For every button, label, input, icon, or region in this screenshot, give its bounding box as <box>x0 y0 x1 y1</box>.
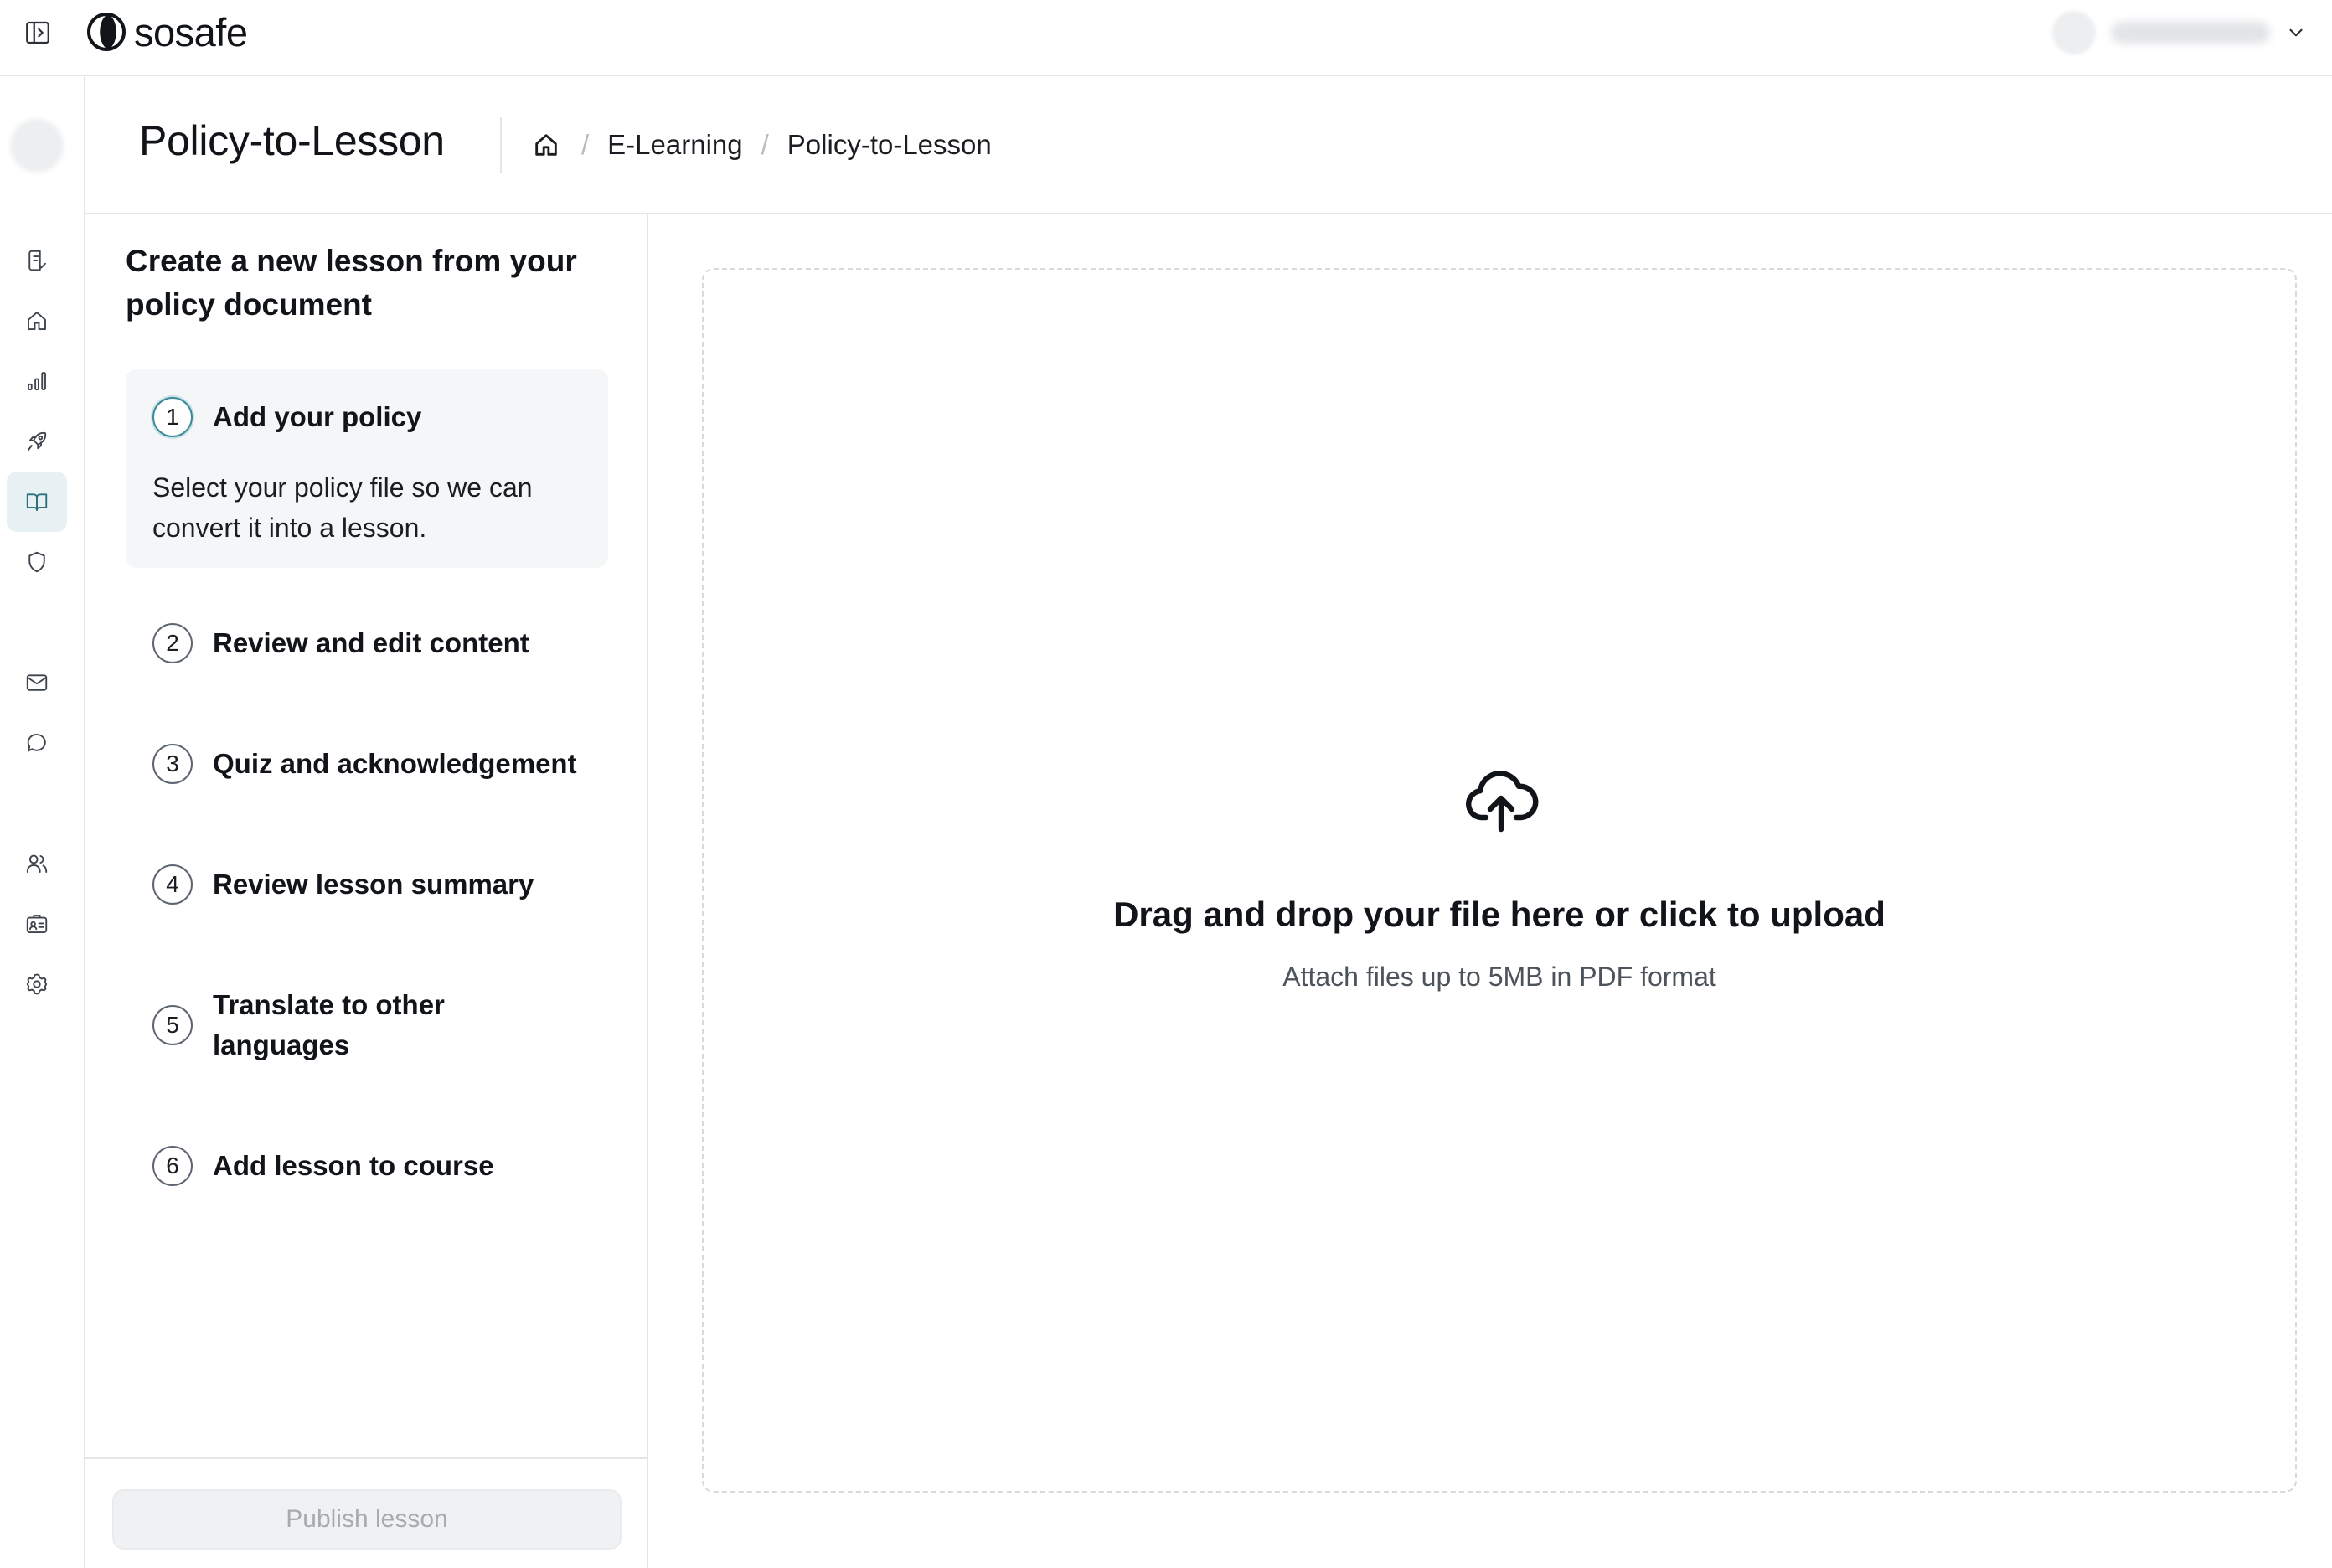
gear-icon <box>26 973 48 995</box>
rail-item-settings[interactable] <box>7 954 67 1014</box>
user-avatar <box>2052 11 2096 54</box>
breadcrumb-separator: / <box>761 129 769 160</box>
page-title: Policy-to-Lesson <box>139 117 445 164</box>
home-icon <box>535 134 557 156</box>
steps-panel: Create a new lesson from your policy doc… <box>85 214 648 1568</box>
left-rail <box>0 76 85 1568</box>
shield-icon <box>28 551 45 573</box>
bar-chart-icon <box>28 372 46 390</box>
breadcrumb-separator: / <box>581 129 590 160</box>
chevron-down-icon <box>2289 28 2303 37</box>
rail-item-tasks[interactable] <box>7 230 67 291</box>
step-review-edit-content[interactable]: 2 Review and edit content <box>126 596 608 690</box>
step-description: Select your policy file so we can conver… <box>152 472 533 543</box>
file-dropzone[interactable]: Drag and drop your file here or click to… <box>702 268 2297 1493</box>
top-bar: sosafe <box>0 0 2332 76</box>
publish-lesson-button[interactable]: Publish lesson <box>112 1489 622 1550</box>
logo-mark-icon <box>87 13 126 51</box>
step-number: 3 <box>152 744 193 784</box>
chat-bubble-icon <box>27 734 46 752</box>
logo-text: sosafe <box>134 9 248 54</box>
step-review-lesson-summary[interactable]: 4 Review lesson summary <box>126 838 608 931</box>
breadcrumb-home[interactable] <box>529 128 563 162</box>
book-open-icon <box>26 493 48 511</box>
rail-item-directory[interactable] <box>7 894 67 954</box>
rail-item-messages[interactable] <box>7 652 67 713</box>
steps-panel-footer: Publish lesson <box>85 1457 647 1568</box>
breadcrumb: / E-Learning / Policy-to-Lesson <box>529 122 992 168</box>
upload-subtitle: Attach files up to 5MB in PDF format <box>1282 962 1716 992</box>
step-number: 1 <box>152 397 193 437</box>
step-add-policy[interactable]: 1 Add your policy Select your policy fil… <box>126 369 608 568</box>
step-label: Translate to other languages <box>213 989 445 1060</box>
user-menu[interactable] <box>2052 10 2307 55</box>
mail-icon <box>26 674 48 691</box>
clipboard-check-icon <box>28 250 46 271</box>
steps-panel-heading: Create a new lesson from your policy doc… <box>126 244 577 322</box>
rail-item-users[interactable] <box>7 833 67 894</box>
upload-title: Drag and drop your file here or click to… <box>1113 895 1886 934</box>
step-number: 6 <box>152 1146 193 1186</box>
step-quiz-acknowledgement[interactable]: 3 Quiz and acknowledgement <box>126 717 608 811</box>
organization-avatar[interactable] <box>10 119 64 173</box>
step-label: Review and edit content <box>213 627 529 658</box>
id-card-icon <box>26 915 48 933</box>
step-label: Add your policy <box>213 401 422 432</box>
step-label: Review lesson summary <box>213 869 534 900</box>
sidebar-toggle-icon[interactable] <box>22 17 54 49</box>
page-header: Policy-to-Lesson / E-Learning / Policy-t… <box>85 76 2332 214</box>
step-label: Quiz and acknowledgement <box>213 748 577 779</box>
step-number: 2 <box>152 623 193 663</box>
step-translate[interactable]: 5 Translate to other languages <box>126 958 608 1092</box>
rail-item-chat[interactable] <box>7 713 67 773</box>
rail-item-security[interactable] <box>7 532 67 592</box>
breadcrumb-item-elearning[interactable]: E-Learning <box>607 129 742 161</box>
home-icon <box>28 312 46 330</box>
step-number: 4 <box>152 864 193 905</box>
step-add-to-course[interactable]: 6 Add lesson to course <box>126 1119 608 1213</box>
step-label: Add lesson to course <box>213 1150 494 1181</box>
rail-item-elearning[interactable] <box>7 472 67 532</box>
rail-item-campaigns[interactable] <box>7 411 67 472</box>
rocket-icon <box>28 431 47 451</box>
cloud-upload-icon <box>1466 771 1539 833</box>
header-divider <box>500 117 502 173</box>
rail-item-home[interactable] <box>7 291 67 351</box>
breadcrumb-item-current: Policy-to-Lesson <box>787 129 992 160</box>
step-number: 5 <box>152 1005 193 1045</box>
user-name-blurred <box>2111 22 2270 44</box>
logo[interactable]: sosafe <box>85 8 248 55</box>
users-icon <box>26 854 48 873</box>
rail-item-analytics[interactable] <box>7 351 67 411</box>
